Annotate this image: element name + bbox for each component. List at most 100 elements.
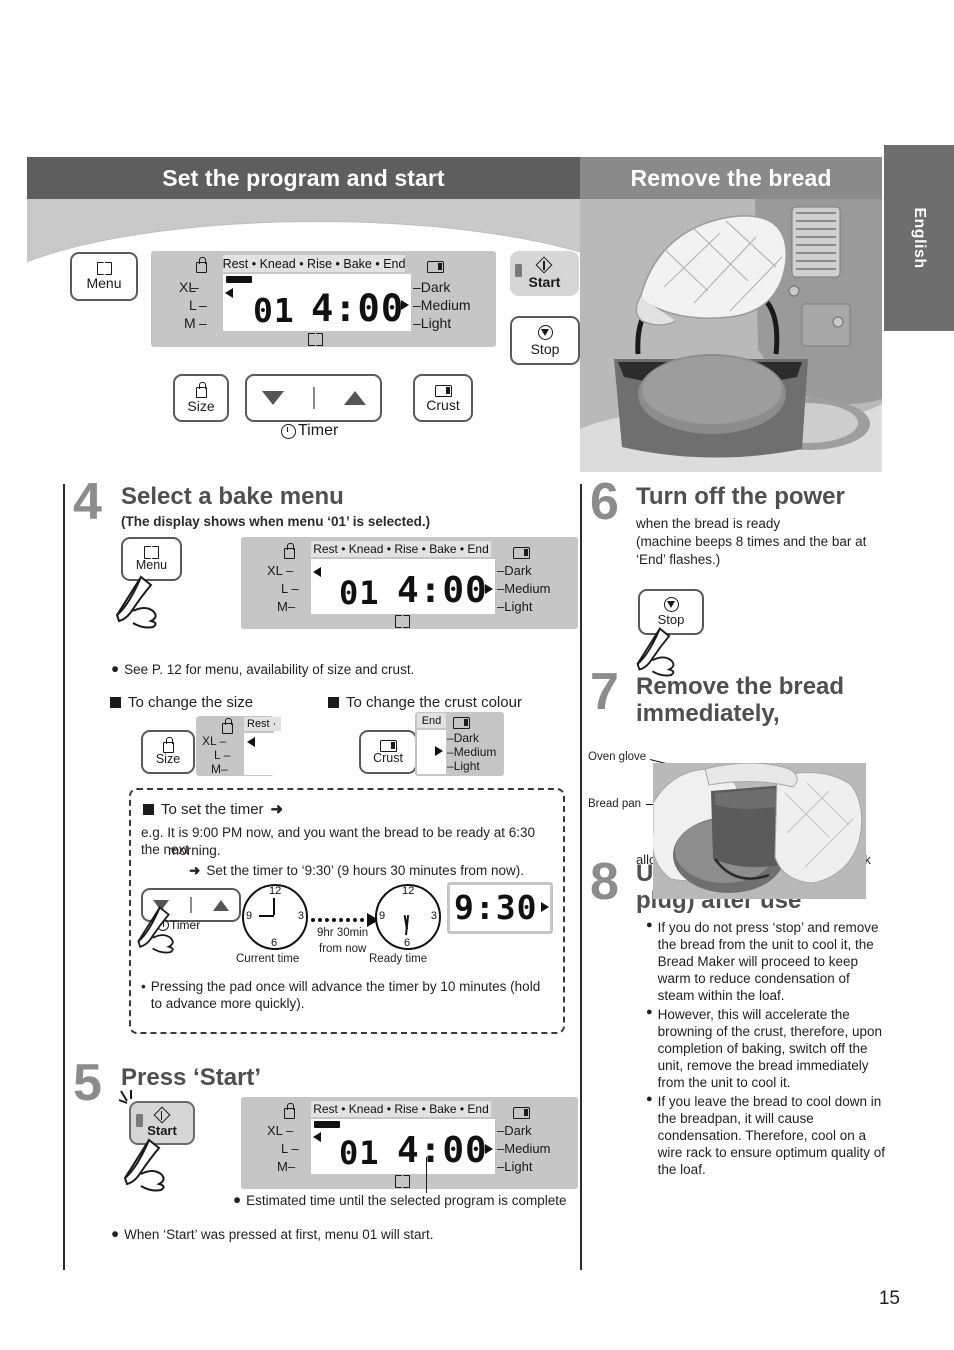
timer-set-arrow: ➜ [189, 863, 201, 878]
step-5-crust-pointer [485, 1144, 493, 1154]
step-4-note-text: See P. 12 for menu, availability of size… [124, 662, 415, 677]
size-dash-l: – [199, 297, 207, 313]
size-pad[interactable]: Size [173, 374, 229, 422]
step-5-start-led [136, 1114, 143, 1127]
step-5-title: Press ‘Start’ [121, 1064, 262, 1091]
step-4-size-pointer [313, 567, 321, 577]
dot [332, 918, 336, 922]
arrow-up-icon-box[interactable] [212, 899, 229, 911]
clock2-num-9: 9 [379, 910, 386, 922]
bullet-dot-s5b: ● [111, 1226, 120, 1241]
size-mini-lcd: Rest · XL – L – M– [196, 716, 281, 776]
timer-label-group: Timer [281, 422, 338, 440]
size-mini-xl: XL – [202, 734, 227, 748]
bullet-dot-1: ● [646, 919, 653, 931]
step-5-crust-medium: –Medium [497, 1141, 551, 1156]
size-mini-m: M– [211, 762, 228, 776]
subsection-size-heading: To change the size [110, 694, 253, 711]
start-pad-label: Start [528, 273, 561, 290]
size-dash-m: – [199, 315, 207, 331]
step-5-crust-light: –Light [497, 1159, 533, 1174]
hero-photo-remove-bread [580, 199, 882, 472]
step-4-crust-dark: –Dark [497, 563, 532, 578]
start-led [515, 264, 522, 277]
loaf-size-icon-s5 [283, 1103, 295, 1119]
banner-right-label: Remove the bread [630, 164, 832, 191]
clock1-num-6: 6 [271, 937, 278, 949]
step-4-subtitle: (The display shows when menu ‘01’ is sel… [121, 514, 431, 529]
elapsed-line2: from now [319, 943, 367, 955]
menu-pad[interactable]: Menu [70, 252, 138, 301]
crust-mini-screen [417, 730, 446, 774]
timer-set-line-text: Set the timer to ‘9:30’ (9 hours 30 minu… [206, 863, 524, 878]
timer-display-screen: 9:30 [450, 885, 550, 931]
step-5-caption: ● Estimated time until the selected prog… [233, 1192, 567, 1209]
footnote-bullet: • [141, 979, 146, 994]
size-pad-mini-label: Size [155, 752, 181, 767]
crust-pad-label: Crust [426, 397, 460, 414]
crust-label-dark: –Dark [413, 279, 451, 295]
arrow-down-icon[interactable] [261, 391, 284, 405]
step-5-note: ● When ‘Start’ was pressed at first, men… [111, 1226, 434, 1243]
timer-set-line: ➜ Set the timer to ‘9:30’ (9 hours 30 mi… [189, 862, 524, 879]
step-4-size-l: L – [281, 581, 299, 596]
size-dash-xl: – [191, 279, 199, 295]
square-bullet-icon-timer [143, 803, 154, 815]
lcd-module: Rest • Knead • Rise • Bake • End 01 4:00… [151, 251, 496, 347]
arrow-pad-separator [312, 387, 315, 409]
step-4-crust-light: –Light [497, 599, 533, 614]
timer-label: Timer [298, 422, 339, 439]
size-pad-label: Size [187, 398, 215, 415]
start-pad[interactable]: Start [510, 251, 579, 296]
bread-slice-icon-s4 [513, 545, 530, 559]
press-flash-icon [118, 1090, 132, 1104]
arrow-pad-separator-box [189, 897, 192, 913]
pointing-finger-icon-s6 [636, 627, 675, 677]
crust-mini-light: –Light [447, 759, 480, 773]
size-mini-l: L – [214, 748, 231, 762]
step-4-number: 4 [73, 473, 102, 531]
book-icon-lcd-s4 [395, 615, 410, 628]
crust-mini-medium: –Medium [447, 745, 497, 759]
stop-pad[interactable]: Stop [510, 316, 580, 365]
crust-pad[interactable]: Crust [413, 374, 473, 422]
menu-pad-label: Menu [86, 275, 122, 292]
crust-mini-dark: –Dark [447, 731, 480, 745]
banner-left-label: Set the program and start [162, 164, 445, 191]
phase-progress-bar [226, 276, 252, 283]
step-6-body-line3: ‘End’ flashes.) [636, 552, 721, 567]
crust-pad-mini[interactable]: Crust [359, 730, 417, 774]
step-5-number: 5 [73, 1054, 102, 1112]
timer-example-line2: morning. [168, 843, 221, 858]
step-8-bullet-3: ● If you leave the bread to cool down in… [646, 1093, 889, 1178]
timer-box-heading-text: To set the timer [161, 800, 264, 818]
subsection-crust-heading-text: To change the crust colour [346, 694, 522, 711]
book-icon-lcd-s5 [395, 1175, 410, 1188]
lcd-time: 4:00 [311, 287, 405, 330]
step-6-body-line2: (machine beeps 8 times and the bar at [636, 534, 867, 549]
size-mini-pointer [247, 737, 255, 747]
step-6-body-line1: when the bread is ready [636, 516, 781, 531]
timer-display-module: 9:30 [447, 882, 553, 934]
timer-heading-arrow: ➜ [270, 801, 284, 818]
step-5-note-text: When ‘Start’ was pressed at first, menu … [124, 1227, 434, 1242]
pointing-finger-icon-s5 [123, 1138, 165, 1192]
step-5-phase-bar: Rest • Knead • Rise • Bake • End [311, 1101, 491, 1117]
loaf-size-icon-pad [195, 382, 207, 399]
size-pad-mini[interactable]: Size [141, 730, 195, 774]
subsection-crust-heading: To change the crust colour [328, 694, 522, 711]
step-7-title-line1: Remove the bread [636, 673, 845, 700]
dot [311, 918, 315, 922]
stop-pad-label: Stop [530, 340, 560, 357]
arrow-up-icon[interactable] [343, 391, 366, 405]
bread-slice-icon-mini [380, 738, 397, 753]
dot [318, 918, 322, 922]
book-icon-lcd [308, 333, 323, 346]
timer-arrow-pad[interactable] [245, 374, 382, 422]
elapsed-line1: 9hr 30min [317, 927, 369, 939]
banner-set-program: Set the program and start [27, 157, 580, 199]
clock-current-time: 12 3 6 9 [242, 884, 308, 950]
lcd-menu-number: 01 [253, 291, 295, 330]
subsection-size-heading-text: To change the size [128, 694, 254, 711]
bread-slice-icon-s5 [513, 1105, 530, 1119]
